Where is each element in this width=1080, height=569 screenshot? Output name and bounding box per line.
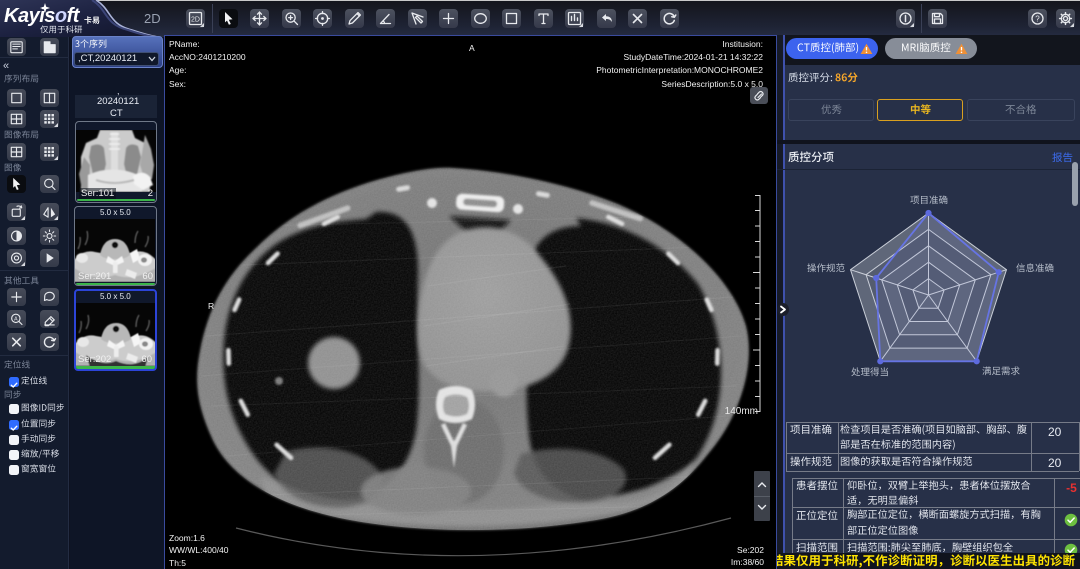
svg-text:2D: 2D	[191, 17, 200, 24]
svg-text:?: ?	[1035, 14, 1040, 23]
svg-text:A: A	[14, 316, 18, 322]
